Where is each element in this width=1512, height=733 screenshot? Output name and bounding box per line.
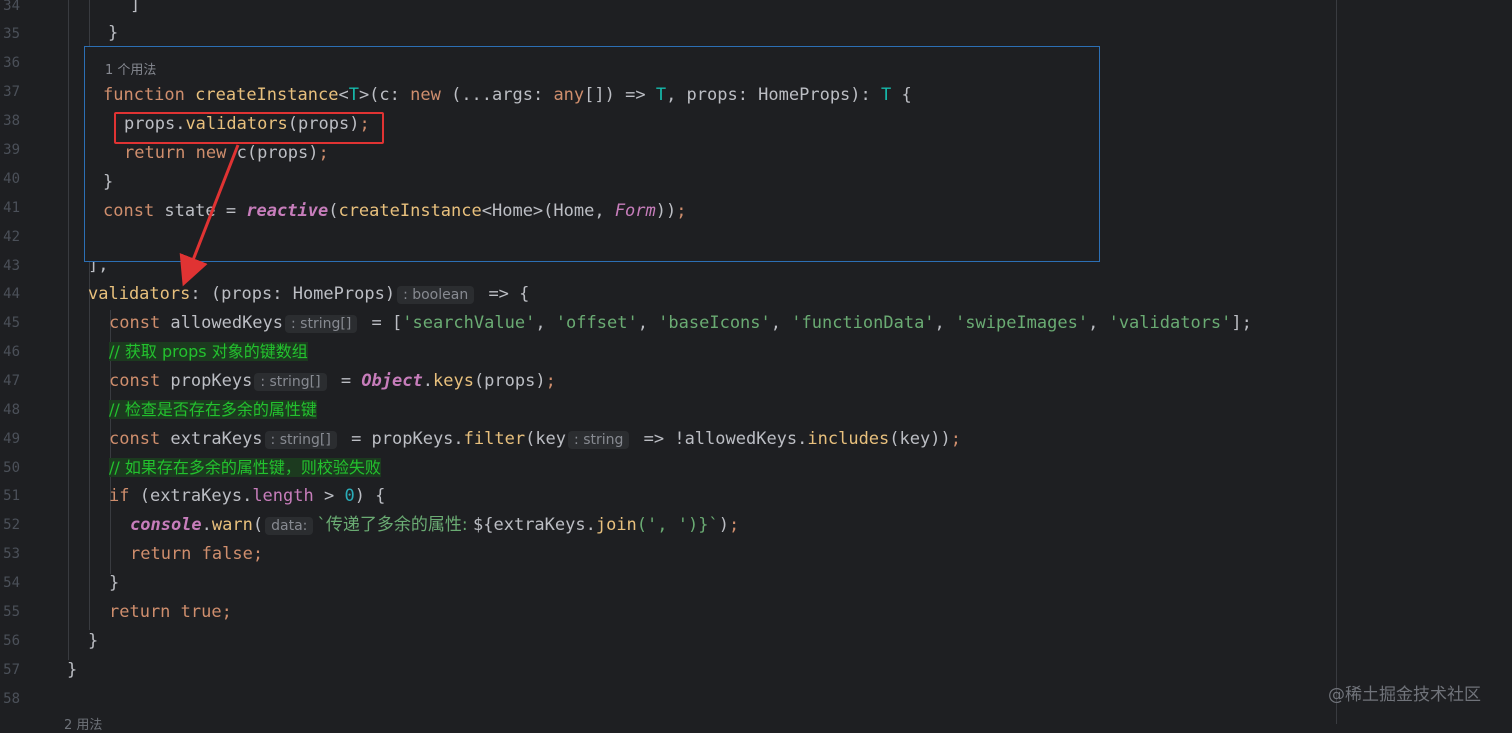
annotation-arrow: [179, 144, 240, 287]
watermark: @稀土掘金技术社区: [1328, 685, 1481, 705]
